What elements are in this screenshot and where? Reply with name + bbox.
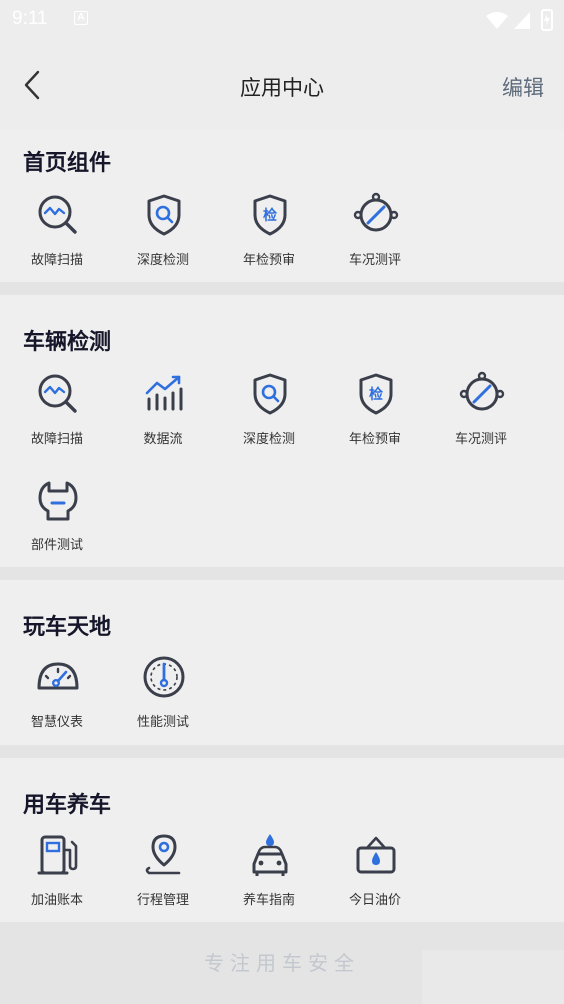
status-indicators-icon: [486, 9, 553, 31]
annual-check-icon: 检: [253, 194, 287, 236]
title-bar: 应用中心 编辑: [0, 56, 564, 116]
fault-scan-icon: [38, 195, 77, 234]
svg-text:检: 检: [369, 386, 383, 403]
tool-annual-check[interactable]: 检 年检预审: [322, 371, 428, 459]
tool-label: 数据流: [143, 432, 183, 447]
tool-oil-price[interactable]: 今日油价: [322, 832, 428, 920]
trip-manage-icon: [145, 834, 181, 875]
tool-deep-detect[interactable]: 深度检测: [216, 371, 322, 459]
performance-test-icon: [143, 656, 185, 698]
tool-label: 故障扫描: [30, 432, 83, 447]
condition-eval-icon: [459, 371, 505, 411]
tool-label: 车况测评: [454, 432, 507, 447]
car-care-icon: [252, 834, 288, 876]
section-divider: [0, 282, 564, 295]
status-bar: 9:11 A: [0, 0, 564, 40]
section-vehicle-detect: 车辆检测 故障扫描 数据流 深度检测 检 年检预审 车况测评 部件测试: [0, 295, 564, 567]
section-divider: [0, 745, 564, 758]
part-test-icon: [38, 481, 78, 521]
section-title: 首页组件: [23, 151, 112, 176]
tool-smart-gauge[interactable]: 智慧仪表: [4, 654, 110, 742]
smart-gauge-icon: [37, 662, 79, 690]
tool-condition-eval[interactable]: 车况测评: [428, 371, 534, 459]
tool-fault-scan[interactable]: 故障扫描: [4, 192, 110, 280]
notification-a-icon: A: [74, 11, 88, 25]
svg-text:检: 检: [263, 207, 277, 224]
footer-slogan: 专注用车安全: [204, 951, 360, 975]
tool-fault-scan[interactable]: 故障扫描: [4, 371, 110, 459]
section-home-widgets: 首页组件 故障扫描 深度检测 检 年检预审 车况测评: [0, 130, 564, 282]
edit-button[interactable]: 编辑: [502, 72, 544, 102]
tool-label: 加油账本: [30, 893, 83, 908]
fault-scan-icon: [38, 374, 77, 413]
section-car-care: 用车养车 加油账本 行程管理 养车指南 今日油价: [0, 758, 564, 922]
tool-label: 智慧仪表: [30, 715, 83, 730]
tool-label: 行程管理: [136, 893, 189, 908]
annual-check-icon: 检: [359, 373, 393, 415]
tool-label: 深度检测: [242, 432, 295, 447]
section-divider: [0, 567, 564, 580]
tool-fuel-ledger[interactable]: 加油账本: [4, 832, 110, 920]
tool-trip-manage[interactable]: 行程管理: [110, 832, 216, 920]
tool-label: 性能测试: [136, 715, 189, 730]
tool-label: 养车指南: [242, 893, 295, 908]
tool-label: 年检预审: [348, 432, 401, 447]
page-title: 应用中心: [240, 76, 324, 100]
data-stream-icon: [145, 375, 183, 411]
section-title: 玩车天地: [23, 615, 112, 640]
tool-part-test[interactable]: 部件测试: [4, 477, 110, 565]
section-title: 用车养车: [23, 793, 112, 818]
section-title: 车辆检测: [23, 330, 112, 355]
tool-deep-detect[interactable]: 深度检测: [110, 192, 216, 280]
tool-label: 部件测试: [30, 538, 83, 553]
condition-eval-icon: [353, 192, 399, 232]
deep-detect-icon: [253, 373, 287, 415]
fuel-ledger-icon: [37, 835, 78, 875]
deep-detect-icon: [147, 194, 181, 236]
tool-annual-check[interactable]: 检 年检预审: [216, 192, 322, 280]
tool-label: 车况测评: [348, 253, 401, 268]
status-time: 9:11: [12, 8, 48, 29]
tool-label: 年检预审: [242, 253, 295, 268]
section-car-fun: 玩车天地 智慧仪表 性能测试: [0, 580, 564, 745]
tool-performance-test[interactable]: 性能测试: [110, 654, 216, 742]
tool-label: 今日油价: [348, 893, 401, 908]
tool-data-stream[interactable]: 数据流: [110, 371, 216, 459]
tool-label: 故障扫描: [30, 253, 83, 268]
oil-price-icon: [356, 836, 396, 874]
tool-condition-eval[interactable]: 车况测评: [322, 192, 428, 280]
tool-car-care[interactable]: 养车指南: [216, 832, 322, 920]
tool-label: 深度检测: [136, 253, 189, 268]
